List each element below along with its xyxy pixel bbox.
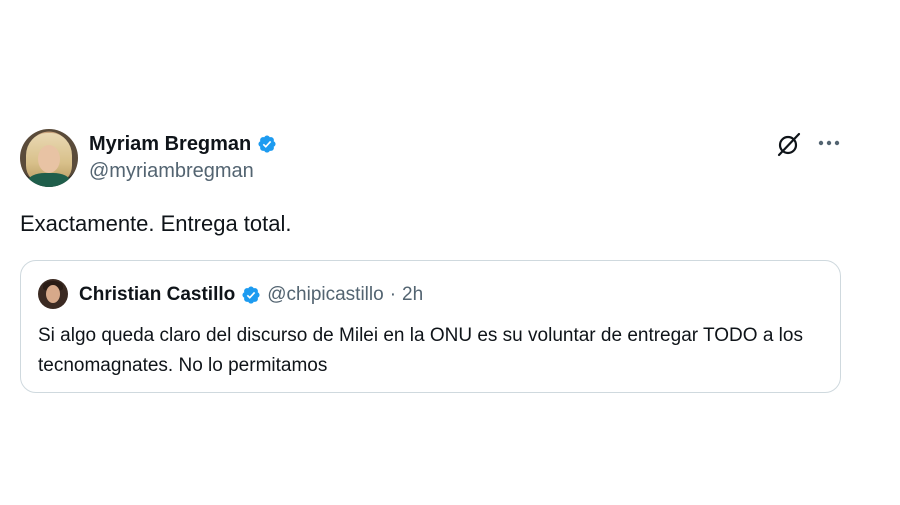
author-name-row: Myriam Bregman (89, 131, 277, 157)
more-icon[interactable] (816, 136, 842, 150)
separator-dot: · (389, 284, 397, 305)
quoted-tweet-header: Christian Castillo @chipicastillo · 2h (79, 283, 423, 307)
tweet: Myriam Bregman @myriambregman Exactament… (0, 0, 900, 505)
quoted-tweet-text: Si algo queda claro del discurso de Mile… (38, 325, 803, 376)
quoted-avatar-face (46, 285, 60, 303)
tweet-text: Exactamente. Entrega total. (20, 211, 292, 236)
quoted-author-avatar[interactable] (38, 279, 68, 309)
avatar-shirt (28, 173, 70, 187)
quoted-author-display-name[interactable]: Christian Castillo (79, 284, 235, 306)
quoted-verified-badge-icon[interactable] (241, 285, 261, 305)
quoted-author-handle[interactable]: @chipicastillo (267, 284, 383, 306)
author-display-name[interactable]: Myriam Bregman (89, 133, 251, 156)
grok-icon[interactable] (776, 131, 802, 157)
author-handle[interactable]: @myriambregman (89, 160, 254, 183)
avatar-face (38, 145, 60, 173)
quoted-tweet-timestamp[interactable]: 2h (402, 284, 423, 306)
quoted-tweet-card[interactable]: Christian Castillo @chipicastillo · 2h S… (20, 260, 841, 393)
author-avatar[interactable] (20, 129, 78, 187)
verified-badge-icon[interactable] (257, 134, 277, 154)
